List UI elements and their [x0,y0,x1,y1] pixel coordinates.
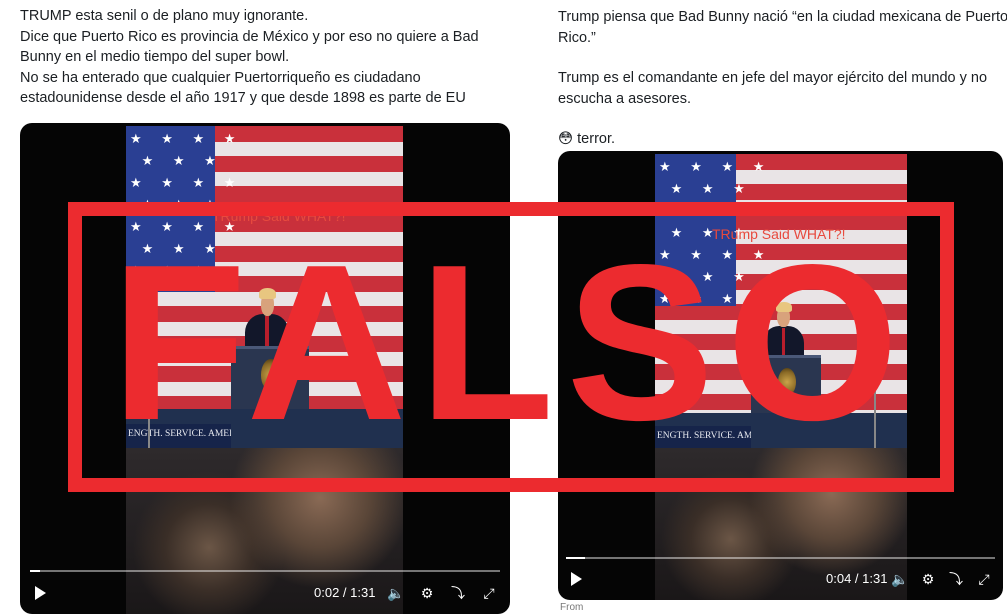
video-controls: 0:04 / 1:31 🔈 ⚙ ⤵ ⤢ [558,565,1003,595]
video-time: 0:04 / 1:31 [826,571,888,586]
volume-icon[interactable]: 🔈 [386,583,406,603]
picture-in-picture-icon[interactable]: ⤵ [448,583,468,603]
post-line: Dice que Puerto Rico es provincia de Méx… [20,28,479,45]
post-line: Trump piensa que Bad Bunny nació “en la … [558,9,1007,25]
video-time: 0:02 / 1:31 [314,585,376,600]
post-line: Trump es el comandante en jefe del mayor… [558,70,988,86]
from-label: From [560,602,584,613]
video-progress-fill [30,570,41,572]
fullscreen-icon[interactable]: ⤢ [974,569,994,589]
post-line: TRUMP esta senil o de plano muy ignorant… [20,8,309,24]
picture-in-picture-icon[interactable]: ⤵ [946,569,966,589]
settings-gear-icon[interactable]: ⚙ [918,569,938,589]
post-line: estadounidense desde el año 1917 y que d… [20,90,466,106]
volume-icon[interactable]: 🔈 [890,569,910,589]
post-line: Rico.” [558,29,596,46]
video-progress-bar[interactable] [30,570,500,572]
video-controls: 0:02 / 1:31 🔈 ⚙ ⤵ ⤢ [20,579,510,609]
falso-stamp-text: FALSO [110,219,912,467]
play-icon[interactable] [566,569,586,589]
video-progress-bar[interactable] [566,557,995,559]
settings-gear-icon[interactable]: ⚙ [417,583,437,603]
left-post-text: TRUMP esta senil o de plano muy ignorant… [20,6,510,109]
video-progress-fill [566,557,585,559]
fullscreen-icon[interactable]: ⤢ [479,583,499,603]
play-icon[interactable] [30,583,50,603]
right-post-text: Trump piensa que Bad Bunny nació “en la … [558,7,1007,150]
post-line: escucha a asesores. [558,90,691,107]
post-line: Bunny en el medio tiempo del super bowl. [20,49,290,65]
post-line: No se ha enterado que cualquier Puertorr… [20,69,421,86]
post-line: 😳 terror. [558,131,616,147]
